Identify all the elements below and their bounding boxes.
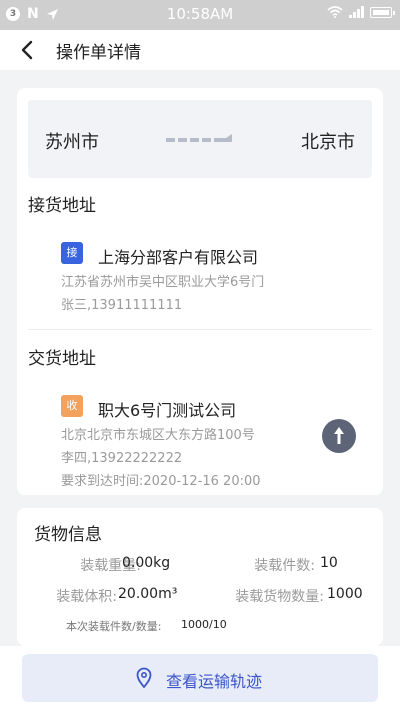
pickup-address: 江苏省苏州市吴中区职业大学6号门 (61, 275, 265, 290)
address-card: 苏州市 北京市 接货地址 接 上海分部客户有限公司 江苏省苏州市吴中区职业大学6… (17, 88, 383, 495)
delivery-deadline: 要求到达时间:2020-12-16 20:00 (61, 474, 261, 489)
pieces-label: 装载件数: (254, 558, 315, 574)
pickup-tag: 接 (61, 242, 83, 264)
pickup-company: 上海分部客户有限公司 (98, 248, 259, 267)
route-arrow-icon (166, 134, 232, 142)
delivery-company: 职大6号门测试公司 (98, 401, 237, 420)
to-city: 北京市 (301, 132, 355, 153)
status-bar: 3 N 10:58AM (0, 0, 400, 30)
navigate-button[interactable] (322, 419, 356, 453)
page-title: 操作单详情 (56, 43, 141, 63)
nav-bar: 操作单详情 (0, 30, 400, 70)
delivery-section-title: 交货地址 (28, 349, 96, 369)
pickup-contact: 张三,13911111111 (61, 298, 183, 313)
pickup-section-title: 接货地址 (28, 196, 96, 216)
location-pin-icon (136, 667, 152, 689)
from-city: 苏州市 (45, 132, 99, 153)
view-track-button[interactable]: 查看运输轨迹 (22, 654, 378, 702)
weight-value: 0.00kg (122, 555, 171, 571)
goods-qty-label: 装载货物数量: (235, 589, 324, 605)
volume-label: 装载体积: (56, 589, 117, 605)
battery-icon (370, 6, 395, 18)
delivery-tag: 收 (61, 395, 83, 417)
cargo-title: 货物信息 (34, 525, 102, 545)
view-track-label: 查看运输轨迹 (166, 672, 263, 691)
back-arrow-icon[interactable] (16, 36, 40, 64)
signal-icon (349, 6, 364, 18)
volume-value: 20.00m³ (118, 586, 178, 602)
divider (28, 329, 372, 330)
batch-label: 本次装载件数/数量: (66, 620, 162, 633)
batch-value: 1000/10 (181, 618, 227, 631)
cargo-card: 货物信息 装载重量: 0.00kg 装载件数: 10 装载体积: 20.00m³… (17, 508, 383, 646)
status-right (327, 6, 395, 18)
bottom-bar: 查看运输轨迹 (0, 646, 400, 711)
delivery-address: 北京北京市东城区大东方路100号 (61, 428, 255, 443)
goods-qty-value: 1000 (327, 586, 363, 602)
wifi-icon (327, 6, 343, 18)
pieces-value: 10 (320, 555, 338, 571)
navigation-arrow-icon (334, 427, 344, 444)
route-banner: 苏州市 北京市 (28, 100, 372, 178)
delivery-contact: 李四,13922222222 (61, 451, 183, 466)
